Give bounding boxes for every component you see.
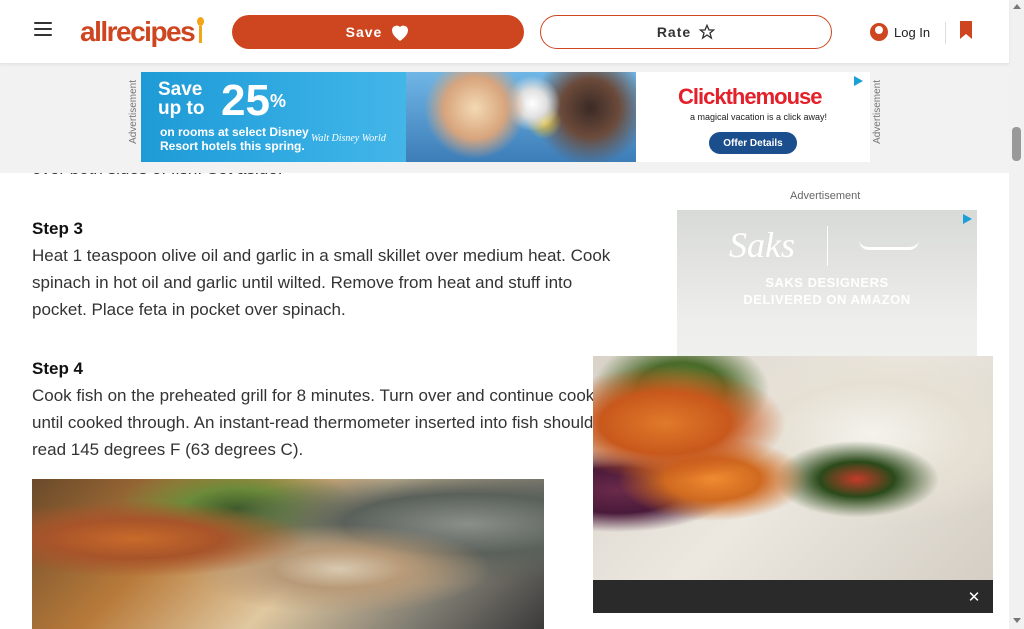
saks-headline: SAKS DESIGNERS DELIVERED ON AMAZON [743,275,911,307]
star-icon [699,24,716,40]
scroll-thumb[interactable] [1012,127,1021,161]
login-link[interactable]: Log In [870,20,930,44]
ad-promo-panel: Save up to 25% on rooms at select Disney… [141,72,636,162]
site-logo[interactable]: allrecipes [80,14,205,50]
menu-icon[interactable] [34,22,52,36]
ad-subtext: on rooms at select Disney Resort hotels … [160,125,309,153]
step-text: Cook fish on the preheated grill for 8 m… [32,386,617,459]
disney-ad-banner[interactable]: Save up to 25% on rooms at select Disney… [141,72,870,162]
logo-text: allrecipes [80,16,196,47]
step-3: Step 3 Heat 1 teaspoon olive oil and gar… [32,215,628,323]
rail-ad-label: Advertisement [790,190,861,202]
adchoices-icon[interactable] [961,213,973,225]
ad-advertiser-logo: Clickthemouse [678,84,822,109]
video-control-bar [593,580,993,613]
ad-brand: Walt Disney World [311,133,386,144]
floating-video-player[interactable] [593,356,993,580]
offer-details-button[interactable]: Offer Details [709,132,797,154]
spoon-icon [197,17,205,43]
ad-label-right: Advertisement [872,80,883,144]
step-4: Step 4 Cook fish on the preheated grill … [32,355,628,463]
scroll-up-icon[interactable] [1013,4,1021,9]
step-title: Step 3 [32,219,84,238]
close-video-button[interactable]: ✕ [963,586,985,608]
site-header: allrecipes Save Rate Log In [0,0,1009,64]
ad-save-text: Save up to [158,79,205,119]
save-button[interactable]: Save [232,15,524,49]
step-title: Step 4 [32,359,84,378]
step-text: Heat 1 teaspoon olive oil and garlic in … [32,246,611,319]
scroll-down-icon[interactable] [1013,618,1021,623]
recipe-photo[interactable] [32,479,544,629]
user-icon [870,23,888,41]
login-label: Log In [894,24,931,40]
ad-percent: 25% [221,76,286,125]
ad-photo [406,72,636,162]
bookmark-icon[interactable] [958,20,974,40]
ad-divider [827,226,828,266]
ad-advertiser-panel: Clickthemouse a magical vacation is a cl… [636,72,870,162]
rate-button[interactable]: Rate [540,15,832,49]
amazon-smile-icon [859,240,919,250]
heart-icon [392,25,409,41]
ad-tagline: a magical vacation is a click away! [690,112,828,122]
page: allrecipes Save Rate Log In Advertisemen… [0,0,1024,629]
header-divider [945,22,946,44]
save-button-label: Save [345,24,383,40]
rate-button-label: Rate [656,24,692,40]
ad-label-left: Advertisement [128,80,139,144]
saks-logo: Saks [729,225,795,265]
page-scrollbar[interactable] [1009,0,1024,629]
adchoices-icon[interactable] [852,75,864,87]
